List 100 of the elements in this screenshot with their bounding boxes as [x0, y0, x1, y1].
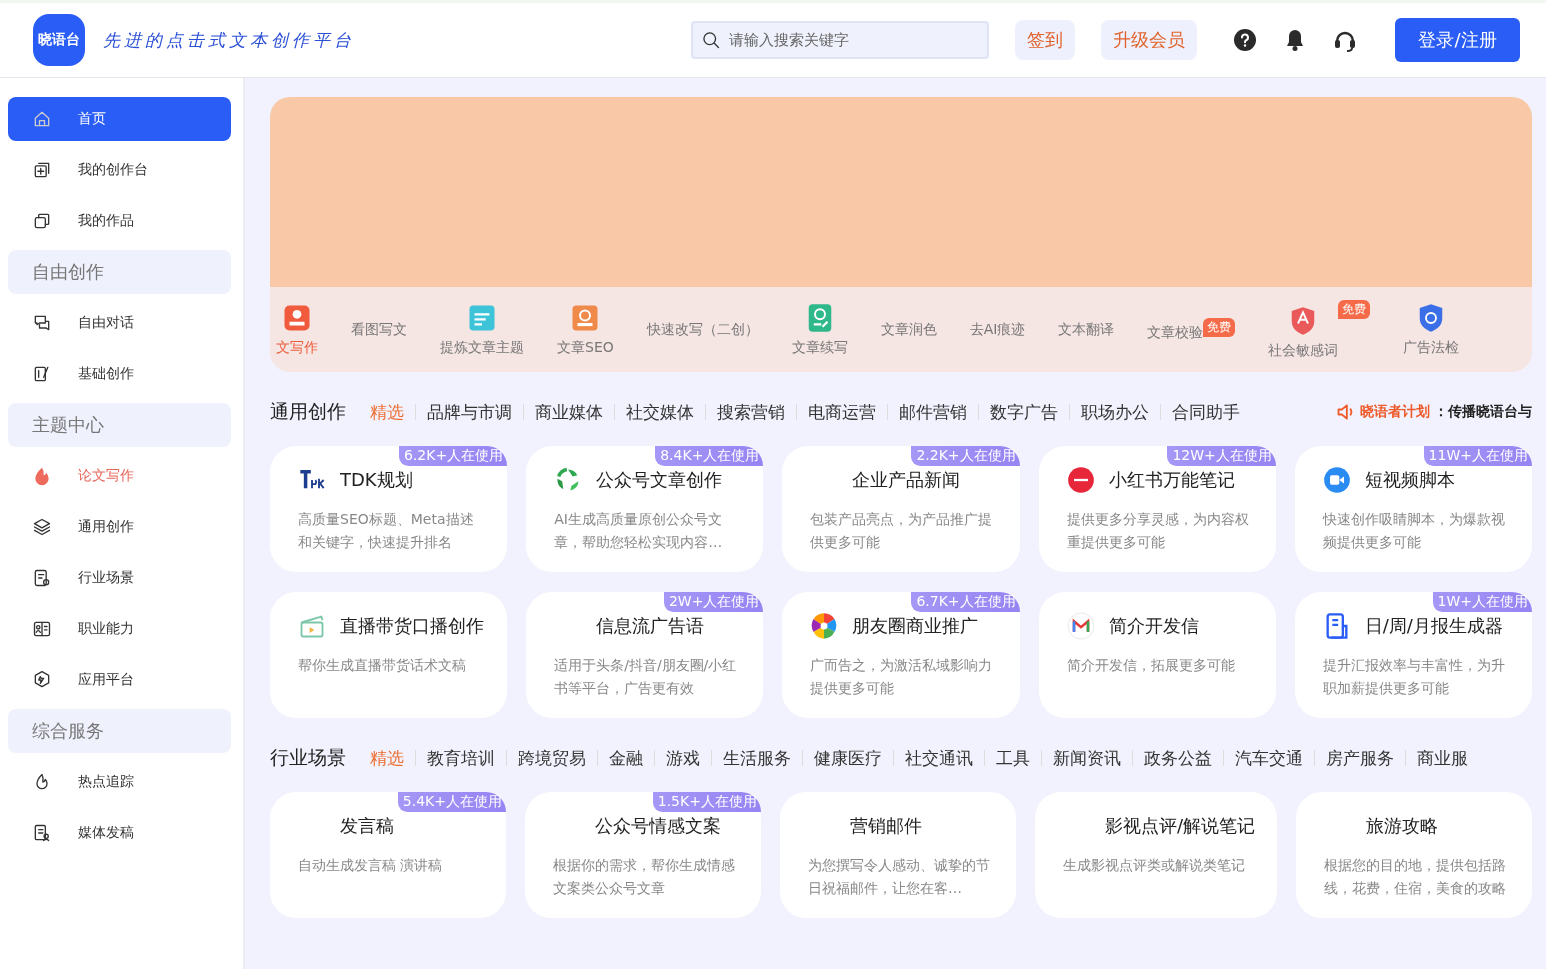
tool-card[interactable]: 12W+人在使用 小红书万能笔记 提供更多分享灵感，为内容权重提供更多可能: [1038, 446, 1276, 572]
category-tab[interactable]: 工具: [984, 750, 1041, 766]
category-tab[interactable]: 电商运营: [796, 404, 887, 420]
tool-card[interactable]: 6.7K+人在使用 朋友圈商业推广 广而告之，为激活私域影响力提供更多可能: [782, 592, 1020, 718]
usage-badge: 2W+人在使用: [663, 592, 764, 612]
category-tab[interactable]: 合同助手: [1160, 404, 1251, 420]
profile-icon: [32, 619, 52, 639]
help-icon[interactable]: [1233, 28, 1257, 52]
tool-card[interactable]: 1.5K+人在使用 公众号情感文案 根据你的需求，帮你生成情感文案类公众号文章: [524, 792, 761, 918]
category-tab[interactable]: 汽车交通: [1223, 750, 1314, 766]
tool-card[interactable]: 直播带货口播创作 帮你生成直播带货话术文稿: [270, 592, 508, 718]
category-tab[interactable]: 社交通讯: [893, 750, 984, 766]
mail-icon: [1066, 612, 1095, 640]
usage-badge: 5.4K+人在使用: [397, 792, 506, 812]
category-tab[interactable]: 生活服务: [711, 750, 802, 766]
sidebar-section[interactable]: 综合服务: [8, 709, 231, 753]
tool-card[interactable]: 简介开发信 简介开发信，拓展更多可能: [1038, 592, 1276, 718]
card-title: 企业产品新闻: [852, 468, 961, 492]
category-tab[interactable]: 社交媒体: [614, 404, 705, 420]
card-description: 包装产品亮点，为产品推广提供更多可能: [810, 510, 994, 552]
category-tab[interactable]: 教育培训: [415, 750, 506, 766]
tool-card[interactable]: 5.4K+人在使用 发言稿 自动生成发言稿 演讲稿: [270, 792, 506, 918]
usage-badge: 8.4K+人在使用: [655, 446, 764, 466]
sidebar-item[interactable]: 热点追踪: [8, 760, 231, 804]
tool-card[interactable]: 2.2K+人在使用 企业产品新闻 包装产品亮点，为产品推广提供更多可能: [782, 446, 1020, 572]
search-field[interactable]: 请输入搜索关键字: [691, 21, 989, 59]
card-description: 提升汇报效率与丰富性，为升职加薪提供更多可能: [1322, 656, 1506, 698]
card-description: 简介开发信，拓展更多可能: [1066, 656, 1236, 675]
card-description: 适用于头条/抖音/朋友圈/小红书等平台，广告更有效: [554, 656, 738, 698]
category-tab[interactable]: 数字广告: [978, 404, 1069, 420]
tool-card[interactable]: 1W+人在使用 日/周/月报生成器 提升汇报效率与丰富性，为升职加薪提供更多可能: [1294, 592, 1532, 718]
tool-card[interactable]: 8.4K+人在使用 公众号文章创作 AI生成高质量原创公众号文章，帮助您轻松实现内容…: [526, 446, 764, 572]
card-description: 广而告之，为激活私域影响力提供更多可能: [810, 656, 994, 698]
card-title: 公众号文章创作: [596, 468, 723, 492]
usage-badge: 6.7K+人在使用: [911, 592, 1020, 612]
sidebar-item[interactable]: 基础创作: [8, 352, 231, 396]
sidebar-item[interactable]: 自由对话: [8, 301, 231, 345]
sidebar-item[interactable]: 通用创作: [8, 505, 231, 549]
tool-link[interactable]: 文本翻译: [1058, 320, 1115, 339]
category-tab[interactable]: 搜索营销: [705, 404, 796, 420]
tool-link[interactable]: 社会敏感词 免费: [1268, 299, 1371, 360]
logo[interactable]: 晓语台: [33, 14, 85, 66]
tool-link[interactable]: 去AI痕迹: [969, 320, 1026, 339]
tool-link[interactable]: 看图写文: [351, 320, 407, 339]
usage-badge: 11W+人在使用: [1423, 446, 1532, 466]
sidebar-section[interactable]: 自由创作: [8, 250, 231, 294]
card-title: 小红书万能笔记: [1108, 468, 1235, 492]
tool-card[interactable]: 营销邮件 为您撰写令人感动、诚挚的节日祝福邮件，让您在客…: [779, 792, 1016, 918]
sidebar-item[interactable]: 应用平台: [8, 658, 231, 702]
document-icon: [32, 568, 52, 588]
layers-icon: [32, 517, 52, 537]
tool-link[interactable]: 文章校验 免费: [1147, 317, 1236, 342]
category-tab[interactable]: 新闻资讯: [1041, 750, 1132, 766]
free-badge: 免费: [1203, 317, 1236, 337]
card-title: 朋友圈商业推广: [852, 614, 979, 638]
card-title: 直播带货口播创作: [340, 614, 484, 638]
card-description: 帮你生成直播带货话术文稿: [298, 656, 467, 675]
aperture-icon: [810, 612, 839, 640]
category-tab[interactable]: 健康医疗: [802, 750, 893, 766]
sidebar-item[interactable]: 媒体发稿: [8, 811, 231, 855]
tool-card[interactable]: 影视点评/解说笔记 生成影视点评类或解说类笔记: [1034, 792, 1277, 918]
sidebar-item[interactable]: 职业能力: [8, 607, 231, 651]
category-tab[interactable]: 商业媒体: [523, 404, 614, 420]
category-tab[interactable]: 金融: [597, 750, 654, 766]
tool-link[interactable]: 提炼文章主题: [440, 302, 524, 357]
sidebar-item[interactable]: 行业场景: [8, 556, 231, 600]
tool-card[interactable]: 11W+人在使用 短视频脚本 快速创作吸睛脚本，为爆款视频提供更多可能: [1294, 446, 1532, 572]
card-title: 影视点评/解说笔记: [1104, 814, 1255, 838]
category-tab[interactable]: 跨境贸易: [506, 750, 597, 766]
category-tab[interactable]: 商业服: [1405, 750, 1479, 766]
tool-link[interactable]: 文章续写: [791, 302, 848, 357]
card-title: 营销邮件: [849, 814, 922, 838]
redbook-icon: [1066, 466, 1095, 494]
copy-icon: [32, 211, 52, 231]
sidebar-item[interactable]: 我的创作台: [8, 148, 231, 192]
document-person-icon: [32, 823, 52, 843]
home-icon: [32, 109, 52, 129]
card-title: 发言稿: [340, 814, 394, 838]
tool-link[interactable]: 广告法检: [1403, 302, 1460, 357]
card-description: 为您撰写令人感动、诚挚的节日祝福邮件，让您在客…: [807, 856, 991, 898]
tool-card[interactable]: 2W+人在使用 信息流广告语 适用于头条/抖音/朋友圈/小红书等平台，广告更有效: [526, 592, 764, 718]
card-description: 根据您的目的地，提供包括路线，花费，住宿，美食的攻略: [1324, 856, 1507, 898]
login-button[interactable]: 登录/注册: [1395, 18, 1520, 62]
sidebar-item[interactable]: 首页: [8, 97, 231, 141]
tool-card[interactable]: 6.2K+人在使用 TDK规划 高质量SEO标题、Meta描述和关键字，快速提升排名: [270, 446, 508, 572]
slogan: 先进的点击式文本创作平台: [103, 28, 355, 52]
category-tab[interactable]: 政务公益: [1132, 750, 1223, 766]
category-tab[interactable]: 房产服务: [1314, 750, 1405, 766]
category-tab[interactable]: 游戏: [654, 750, 711, 766]
tool-link[interactable]: 快速改写（二创）: [646, 320, 759, 339]
tool-link[interactable]: 文章润色: [880, 320, 937, 339]
section-title: 通用创作: [270, 399, 346, 424]
category-tab[interactable]: 邮件营销: [887, 404, 978, 420]
tool-card[interactable]: 旅游攻略 根据您的目的地，提供包括路线，花费，住宿，美食的攻略: [1296, 792, 1532, 918]
free-badge: 免费: [1338, 299, 1371, 319]
sidebar-section[interactable]: 主题中心: [8, 403, 231, 447]
category-tab[interactable]: 职场办公: [1069, 404, 1160, 420]
category-tab[interactable]: 品牌与市调: [415, 404, 523, 420]
sidebar-item[interactable]: 我的作品: [8, 199, 231, 243]
tool-link[interactable]: 文章SEO: [557, 302, 614, 357]
